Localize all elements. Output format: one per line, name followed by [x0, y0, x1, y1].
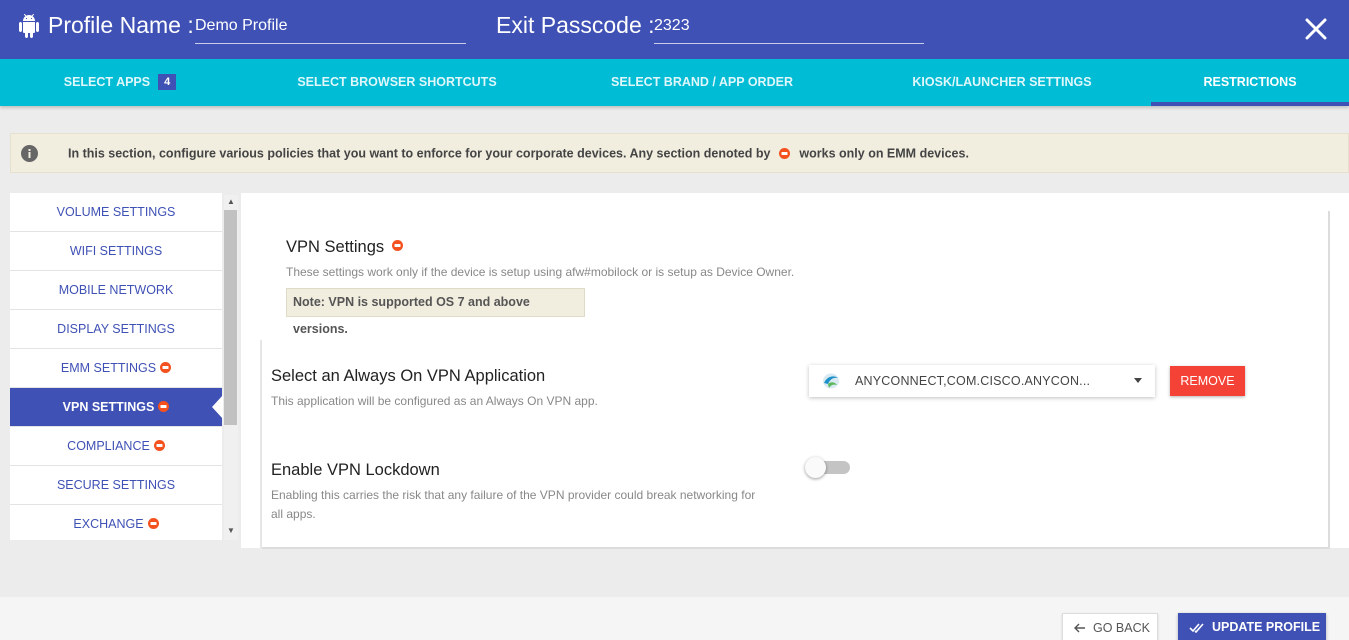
- menu-item-compliance[interactable]: COMPLIANCE: [10, 427, 222, 466]
- scroll-down-icon[interactable]: ▼: [227, 526, 235, 535]
- header-bar: Profile Name : Demo Profile Exit Passcod…: [0, 0, 1349, 59]
- exit-passcode-input[interactable]: 2323: [654, 14, 924, 44]
- menu-item-label: VOLUME SETTINGS: [56, 205, 176, 219]
- scroll-up-icon[interactable]: ▲: [227, 197, 235, 206]
- tab-kiosk-launcher-settings[interactable]: KIOSK/LAUNCHER SETTINGS: [898, 59, 1106, 106]
- vpn-lockdown-title: Enable VPN Lockdown: [271, 461, 440, 479]
- update-profile-button[interactable]: UPDATE PROFILE: [1178, 613, 1326, 640]
- vpn-app-selected-value: ANYCONNECT,COM.CISCO.ANYCON...: [855, 374, 1091, 388]
- menu-item-vpn-settings[interactable]: VPN SETTINGS: [10, 388, 222, 427]
- update-profile-label: UPDATE PROFILE: [1212, 620, 1321, 634]
- active-tab-indicator: [1151, 102, 1349, 106]
- emm-badge-icon: [160, 362, 172, 374]
- profile-name-label: Profile Name :: [48, 12, 194, 38]
- emm-badge-icon: [153, 440, 165, 452]
- menu-item-label: WIFI SETTINGS: [69, 244, 163, 258]
- menu-item-label: EMM SETTINGS: [60, 361, 157, 375]
- vpn-app-dropdown[interactable]: ANYCONNECT,COM.CISCO.ANYCON...: [809, 365, 1155, 397]
- emm-badge-icon: [147, 518, 159, 530]
- anyconnect-app-icon: [823, 373, 839, 389]
- tab-select-browser-shortcuts[interactable]: SELECT BROWSER SHORTCUTS: [287, 59, 507, 106]
- emm-badge-icon: [158, 401, 170, 413]
- menu-item-secure-settings[interactable]: SECURE SETTINGS: [10, 466, 222, 505]
- vpn-settings-title: VPN Settings: [286, 238, 403, 257]
- remove-vpn-app-button[interactable]: REMOVE: [1170, 366, 1245, 396]
- tab-restrictions[interactable]: RESTRICTIONS: [1151, 59, 1349, 106]
- active-menu-pointer: [212, 395, 223, 419]
- card-edge: [260, 340, 262, 548]
- info-text: In this section, configure various polic…: [68, 146, 969, 161]
- menu-item-exchange[interactable]: EXCHANGE: [10, 505, 222, 540]
- tab-label: SELECT APPS: [63, 75, 151, 89]
- side-menu-scroll-thumb[interactable]: [224, 210, 237, 425]
- double-check-icon: [1189, 623, 1204, 633]
- menu-item-display-settings[interactable]: DISPLAY SETTINGS: [10, 310, 222, 349]
- arrow-left-icon: [1074, 623, 1085, 633]
- menu-item-label: MOBILE NETWORK: [58, 283, 174, 297]
- info-banner: In this section, configure various polic…: [10, 133, 1349, 173]
- menu-item-label: EXCHANGE: [73, 517, 144, 531]
- info-text-after: works only on EMM devices.: [799, 146, 969, 161]
- go-back-button[interactable]: GO BACK: [1062, 613, 1158, 640]
- always-on-vpn-description: This application will be configured as a…: [271, 394, 598, 408]
- menu-item-label: COMPLIANCE: [67, 439, 150, 453]
- description-line: Enabling this carries the risk that any …: [271, 488, 756, 502]
- tab-select-apps[interactable]: SELECT APPS 4: [0, 59, 240, 106]
- menu-item-mobile-network[interactable]: MOBILE NETWORK: [10, 271, 222, 310]
- android-icon: [19, 14, 39, 38]
- restrictions-side-menu: VOLUME SETTINGS WIFI SETTINGS MOBILE NET…: [10, 193, 222, 540]
- always-on-vpn-title: Select an Always On VPN Application: [271, 367, 546, 385]
- section-title-text: VPN Settings: [286, 238, 385, 256]
- vpn-settings-subtitle: These settings work only if the device i…: [286, 265, 795, 279]
- menu-item-label: DISPLAY SETTINGS: [57, 322, 175, 336]
- info-text-before: In this section, configure various polic…: [68, 146, 771, 161]
- menu-item-label: VPN SETTINGS: [62, 400, 155, 414]
- apps-count-badge: 4: [158, 73, 177, 90]
- vpn-lockdown-toggle-knob[interactable]: [805, 457, 826, 478]
- menu-item-label: SECURE SETTINGS: [56, 478, 176, 492]
- info-icon: [21, 145, 38, 162]
- menu-item-wifi-settings[interactable]: WIFI SETTINGS: [10, 232, 222, 271]
- close-icon[interactable]: [1303, 16, 1329, 42]
- tab-bar: SELECT APPS 4 SELECT BROWSER SHORTCUTS SE…: [0, 59, 1349, 106]
- vpn-os-note: Note: VPN is supported OS 7 and above ve…: [286, 288, 585, 336]
- chevron-down-icon: [1134, 378, 1142, 383]
- card-edge: [262, 547, 1330, 549]
- emm-badge-icon: [778, 148, 790, 160]
- card-edge: [1328, 211, 1330, 549]
- vpn-lockdown-description: Enabling this carries the risk that any …: [271, 486, 755, 524]
- menu-item-emm-settings[interactable]: EMM SETTINGS: [10, 349, 222, 388]
- profile-name-input[interactable]: Demo Profile: [195, 14, 466, 44]
- tab-select-brand-app-order[interactable]: SELECT BRAND / APP ORDER: [596, 59, 808, 106]
- emm-badge-icon: [391, 240, 403, 252]
- exit-passcode-label: Exit Passcode :: [496, 12, 655, 38]
- description-line: all apps.: [271, 507, 316, 521]
- go-back-label: GO BACK: [1093, 621, 1150, 635]
- menu-item-volume-settings[interactable]: VOLUME SETTINGS: [10, 193, 222, 232]
